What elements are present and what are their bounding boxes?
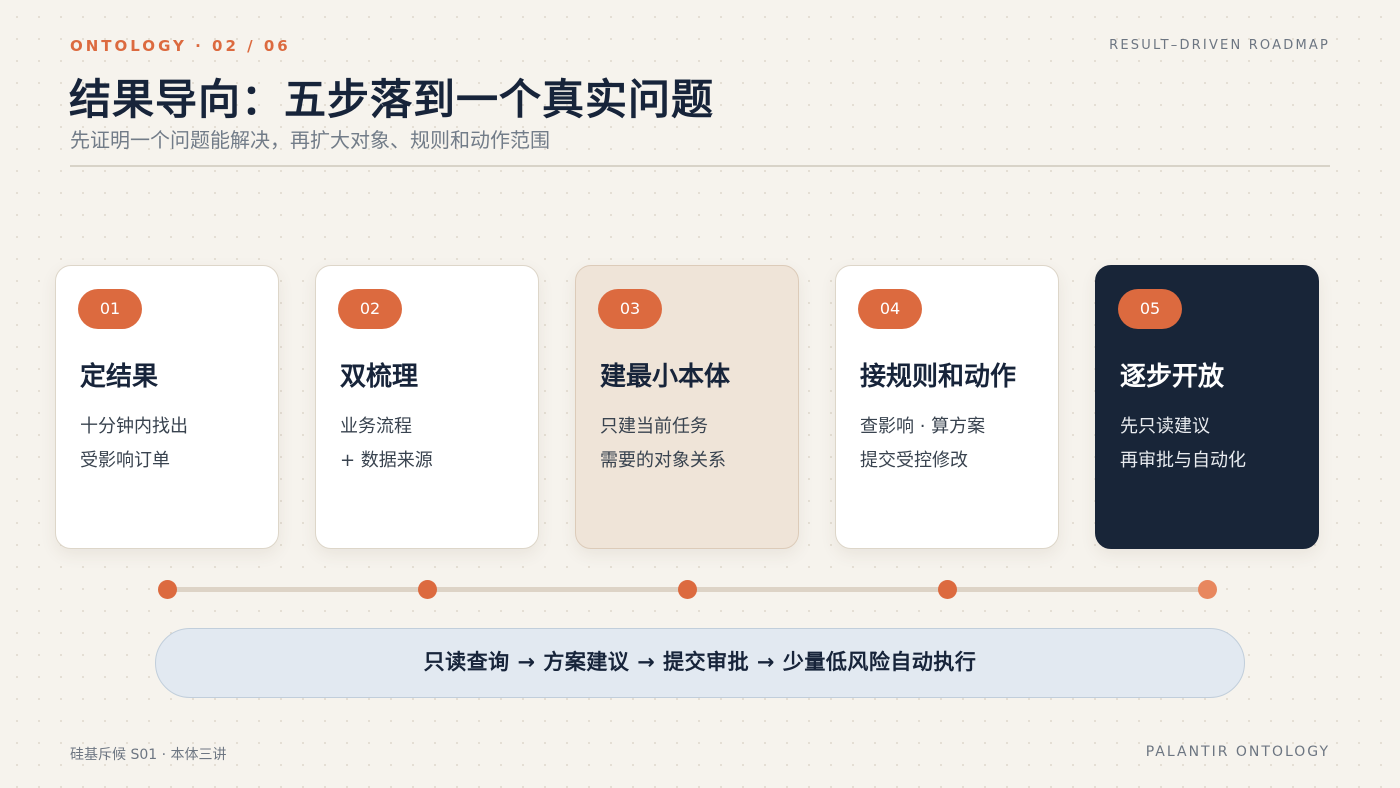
step-description-line: + 数据来源: [340, 450, 433, 471]
step-number-badge: 03: [598, 289, 662, 329]
footer-brand-label: PALANTIR ONTOLOGY: [1145, 744, 1330, 760]
step-description-line: 需要的对象关系: [600, 450, 726, 471]
step-description-line: 再审批与自动化: [1120, 450, 1246, 471]
step-number-badge: 05: [1118, 289, 1182, 329]
step-description-line: 受影响订单: [80, 450, 170, 471]
timeline-dot: [418, 580, 437, 599]
step-card-1: 01 定结果 十分钟内找出 受影响订单: [55, 265, 279, 549]
step-card-5: 05 逐步开放 先只读建议 再审批与自动化: [1095, 265, 1319, 549]
step-title: 定结果: [80, 362, 159, 392]
step-number-badge: 01: [78, 289, 142, 329]
timeline-dot: [158, 580, 177, 599]
step-description-line: 先只读建议: [1120, 416, 1210, 437]
step-card-2: 02 双梳理 业务流程 + 数据来源: [315, 265, 539, 549]
step-card-3: 03 建最小本体 只建当前任务 需要的对象关系: [575, 265, 799, 549]
step-title: 建最小本体: [600, 362, 731, 392]
step-title: 双梳理: [340, 362, 419, 392]
footer-series-label: 硅基斥候 S01 · 本体三讲: [70, 747, 227, 763]
step-description-line: 业务流程: [340, 416, 412, 437]
step-description-line: 十分钟内找出: [80, 416, 188, 437]
timeline-dot: [678, 580, 697, 599]
step-description-line: 提交受控修改: [860, 450, 968, 471]
step-title: 逐步开放: [1120, 362, 1225, 392]
page-title: 结果导向：五步落到一个真实问题: [69, 75, 715, 124]
step-description-line: 只建当前任务: [600, 416, 708, 437]
header-divider: [70, 165, 1330, 167]
step-title: 接规则和动作: [860, 362, 1017, 392]
section-kicker: ONTOLOGY · 02 / 06: [70, 37, 291, 55]
step-number-badge: 04: [858, 289, 922, 329]
timeline-dot: [1198, 580, 1217, 599]
step-number-badge: 02: [338, 289, 402, 329]
step-description-line: 查影响 · 算方案: [860, 416, 986, 437]
progression-banner: 只读查询 → 方案建议 → 提交审批 → 少量低风险自动执行: [155, 628, 1245, 698]
roadmap-tag: RESULT–DRIVEN ROADMAP: [1109, 38, 1330, 53]
timeline-dot: [938, 580, 957, 599]
page-subtitle: 先证明一个问题能解决，再扩大对象、规则和动作范围: [70, 128, 550, 152]
step-card-4: 04 接规则和动作 查影响 · 算方案 提交受控修改: [835, 265, 1059, 549]
